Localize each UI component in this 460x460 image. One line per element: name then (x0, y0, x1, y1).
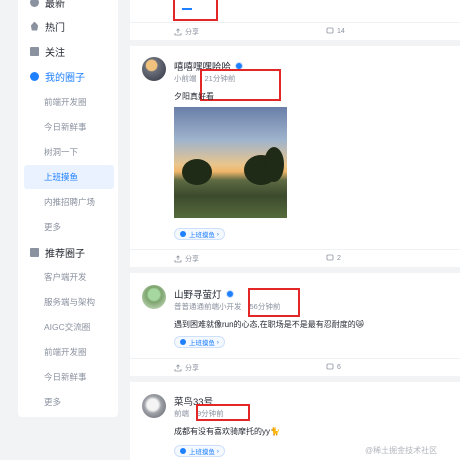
sidebar-item-client[interactable]: 客户端开发 (18, 265, 118, 289)
sidebar-item-label: 上班摸鱼 (44, 172, 79, 182)
sidebar-item-news[interactable]: 今日新鲜事 (18, 115, 118, 139)
watermark: @稀土掘金技术社区 (365, 446, 438, 455)
sidebar-item-label: 前端开发圈 (44, 347, 87, 357)
chevron-right-icon: › (215, 338, 219, 346)
avatar[interactable] (142, 57, 166, 81)
feed-card-partial: 分享 14 (130, 0, 460, 40)
circle-tag[interactable]: 上班摸鱼 › (174, 445, 225, 457)
username-text: 山野寻萤灯 (174, 290, 222, 301)
post-image[interactable] (174, 107, 287, 218)
circle-tag-icon (180, 448, 186, 454)
nav-hot-label: 热门 (45, 22, 65, 34)
sidebar-item-label: 前端开发圈 (44, 97, 87, 107)
sidebar-item-jobs[interactable]: 内推招聘广场 (18, 190, 118, 214)
avatar[interactable] (142, 394, 166, 418)
sidebar-item-news2[interactable]: 今日新鲜事 (18, 365, 118, 389)
post-content: 夕阳真好看 (174, 92, 214, 101)
user-title: 普普通通前端小开发 (174, 302, 242, 311)
nav-latest[interactable]: 最新 (18, 0, 118, 14)
latest-icon (30, 0, 39, 7)
comment-button[interactable]: 2 (326, 254, 341, 262)
share-button[interactable]: 分享 (174, 27, 199, 37)
post-content: 成都有没有喜欢骑摩托的yy🐈 (174, 427, 280, 436)
sidebar-item-label: 更多 (44, 397, 62, 407)
recommend-icon (30, 247, 39, 257)
comment-button[interactable]: 6 (326, 363, 341, 371)
nav-hot[interactable]: 热门 (18, 14, 118, 38)
sidebar-item-server[interactable]: 服务端与架构 (18, 290, 118, 314)
circle-tag-label: 上班摸鱼 (189, 449, 215, 456)
feed-card: 山野寻萤灯 普普通通前端小开发 56分钟前 遇到困难就像run的心态,在职场是不是… (130, 273, 460, 376)
share-button[interactable]: 分享 (174, 254, 199, 264)
circle-tag[interactable]: 上班摸鱼 › (174, 336, 225, 348)
nav-follow-label: 关注 (45, 47, 65, 59)
share-icon (174, 364, 182, 372)
sidebar-item-frontend[interactable]: 前端开发圈 (18, 90, 118, 114)
sidebar-item-label: 树洞一下 (44, 147, 79, 157)
share-button[interactable]: 分享 (174, 363, 199, 373)
tab-underline (182, 8, 192, 10)
sidebar-item-aigc[interactable]: AIGC交流圈 (18, 315, 118, 339)
circle-tag-label: 上班摸鱼 (189, 232, 215, 239)
nav-my-circles[interactable]: 我的圈子 (18, 64, 118, 88)
share-label: 分享 (185, 365, 199, 372)
feed-card: 嘻嘻嘿嘿哈哈 小前端 21分钟前 夕阳真好看 上班摸鱼 › 分享 2 (130, 46, 460, 267)
tree-shape (264, 147, 284, 182)
sidebar-item-more2[interactable]: 更多 (18, 390, 118, 414)
highlight-box (196, 404, 250, 421)
comment-count: 6 (337, 363, 341, 371)
highlight-box (248, 288, 300, 317)
level-badge-icon (225, 290, 234, 298)
circle-tag-icon (180, 339, 186, 345)
nav-follow[interactable]: 关注 (18, 39, 118, 63)
share-label: 分享 (185, 29, 199, 36)
sidebar-item-moyu[interactable]: 上班摸鱼 (24, 165, 114, 189)
circle-tag-label: 上班摸鱼 (189, 340, 215, 347)
share-icon (174, 28, 182, 36)
comment-count: 14 (337, 27, 345, 35)
post-content: 遇到困难就像run的心态,在职场是不是最有忍耐度的😿 (174, 320, 365, 329)
circle-icon (30, 71, 39, 81)
sidebar-item-label: 今日新鲜事 (44, 122, 87, 132)
circle-tag[interactable]: 上班摸鱼 › (174, 228, 225, 240)
nav-latest-label: 最新 (45, 0, 65, 10)
avatar[interactable] (142, 285, 166, 309)
sidebar-item-more[interactable]: 更多 (18, 215, 118, 239)
sidebar: 最新 热门 关注 我的圈子 前端开发圈 今日新鲜事 树洞一下 上班摸鱼 内推招聘… (18, 0, 118, 417)
tree-shape (182, 159, 212, 185)
comment-count: 2 (337, 254, 341, 262)
follow-icon (30, 46, 39, 56)
sidebar-item-treehole[interactable]: 树洞一下 (18, 140, 118, 164)
sidebar-item-frontend2[interactable]: 前端开发圈 (18, 340, 118, 364)
share-label: 分享 (185, 256, 199, 263)
comment-icon (326, 27, 334, 34)
user-title: 小前端 (174, 74, 197, 83)
share-icon (174, 255, 182, 263)
nav-my-circles-label: 我的圈子 (45, 72, 85, 84)
sidebar-item-label: 客户端开发 (44, 272, 87, 282)
chevron-right-icon: › (215, 230, 219, 238)
sidebar-item-label: 内推招聘广场 (44, 197, 96, 207)
sidebar-item-label: AIGC交流圈 (44, 322, 91, 332)
nav-recommend[interactable]: 推荐圈子 (18, 240, 118, 264)
circle-tag-icon (180, 231, 186, 237)
sidebar-item-label: 服务端与架构 (44, 297, 96, 307)
user-title: 前端 (174, 409, 189, 418)
chevron-right-icon: › (215, 447, 219, 455)
username[interactable]: 山野寻萤灯 (174, 287, 234, 301)
comment-button[interactable]: 14 (326, 27, 345, 35)
sidebar-item-label: 更多 (44, 222, 62, 232)
nav-recommend-label: 推荐圈子 (45, 248, 85, 260)
comment-icon (326, 254, 334, 261)
sidebar-item-label: 今日新鲜事 (44, 372, 87, 382)
comment-icon (326, 363, 334, 370)
flame-icon (30, 21, 39, 31)
highlight-box (173, 0, 218, 21)
